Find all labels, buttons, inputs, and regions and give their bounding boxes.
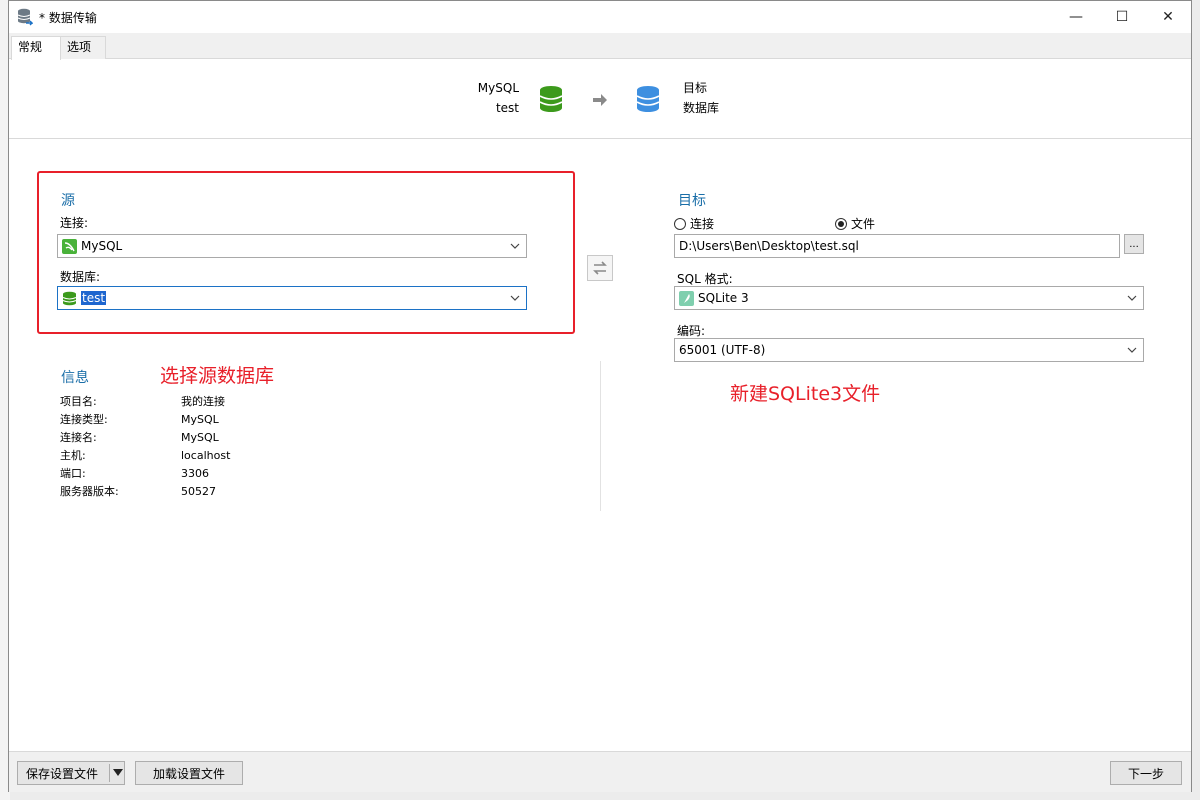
target-file-path-input[interactable]: D:\Users\Ben\Desktop\test.sql [674,234,1120,258]
database-green-icon [62,291,77,305]
info-value-connection-type: MySQL [181,413,219,426]
target-radio-file[interactable]: 文件 [835,215,875,232]
radio-connection-label: 连接 [690,217,715,231]
info-key-port: 端口: [60,467,86,480]
window-title: * 数据传输 [39,11,97,25]
encoding-label: 编码: [677,324,706,338]
info-key-connection-name: 连接名: [60,431,97,444]
swap-arrows-icon [593,261,607,275]
load-settings-button[interactable]: 加载设置文件 [135,761,243,785]
info-key-host: 主机: [60,449,86,462]
info-values-column: 我的连接 MySQL MySQL localhost 3306 50527 [181,393,381,501]
next-step-button[interactable]: 下一步 [1110,761,1182,785]
header-source-name: MySQL [477,81,519,95]
data-transfer-icon [17,8,33,26]
title-bar: * 数据传输 — ☐ ✕ [9,1,1191,33]
source-database-value: test [81,291,107,305]
tab-general[interactable]: 常规 [11,36,61,60]
header-source-db: test [495,101,519,115]
info-section-title: 信息 [61,370,89,386]
chevron-down-icon [1127,295,1137,301]
minimize-button[interactable]: — [1053,1,1099,33]
source-section-title: 源 [61,193,75,209]
source-database-select[interactable]: test [57,286,527,310]
info-key-project: 项目名: [60,395,97,408]
info-value-server-version: 50527 [181,485,216,498]
info-keys-column: 项目名: 连接类型: 连接名: 主机: 端口: 服务器版本: [60,393,180,501]
source-connection-label: 连接: [60,216,89,230]
info-key-connection-type: 连接类型: [60,413,108,426]
info-value-port: 3306 [181,467,209,480]
radio-file-indicator[interactable] [835,217,847,230]
target-section-title: 目标 [678,193,706,209]
split-divider [109,764,110,782]
target-radio-connection[interactable]: 连接 [674,215,714,232]
chevron-down-icon [510,243,520,249]
sql-format-label: SQL 格式: [677,272,733,286]
info-key-server-version: 服务器版本: [60,485,119,498]
maximize-button[interactable]: ☐ [1099,1,1145,33]
tab-bar: 常规 选项 [9,33,1191,60]
encoding-select[interactable]: 65001 (UTF-8) [674,338,1144,362]
save-settings-button[interactable]: 保存设置文件 [17,761,125,785]
footer-bar: 保存设置文件 加载设置文件 下一步 [9,751,1191,792]
radio-file-label: 文件 [851,217,876,231]
source-database-label: 数据库: [60,270,101,284]
mysql-connection-icon [62,238,77,254]
database-green-icon [539,86,563,112]
info-value-project: 我的连接 [181,395,225,408]
chevron-down-icon [1127,347,1137,353]
target-annotation-note: 新建SQLite3文件 [730,383,881,405]
column-divider [600,361,601,511]
save-settings-label: 保存设置文件 [26,766,99,781]
radio-connection-indicator[interactable] [674,217,686,230]
chevron-down-icon [510,295,520,301]
database-blue-icon [636,86,660,112]
sql-format-value: SQLite 3 [698,291,749,305]
source-connection-value: MySQL [81,239,123,253]
header-target-db: 数据库 [683,101,720,115]
data-transfer-window: * 数据传输 — ☐ ✕ 常规 选项 MySQL test 目标 数据库 源 连… [8,0,1192,792]
swap-source-target-button[interactable] [587,255,613,281]
arrow-right-icon [593,94,607,106]
browse-file-button[interactable]: ... [1124,234,1144,254]
encoding-value: 65001 (UTF-8) [679,343,766,357]
tab-options[interactable]: 选项 [60,36,106,59]
sql-format-select[interactable]: SQLite 3 [674,286,1144,310]
source-connection-select[interactable]: MySQL [57,234,527,258]
dropdown-arrow-icon[interactable] [113,769,123,777]
sqlite-icon [679,290,694,306]
source-annotation-note: 选择源数据库 [160,365,275,387]
header-target-name: 目标 [683,81,708,95]
transfer-summary-header: MySQL test 目标 数据库 [9,59,1191,139]
info-value-connection-name: MySQL [181,431,219,444]
close-button[interactable]: ✕ [1145,1,1191,33]
info-value-host: localhost [181,449,231,462]
target-file-path-value: D:\Users\Ben\Desktop\test.sql [679,239,859,253]
